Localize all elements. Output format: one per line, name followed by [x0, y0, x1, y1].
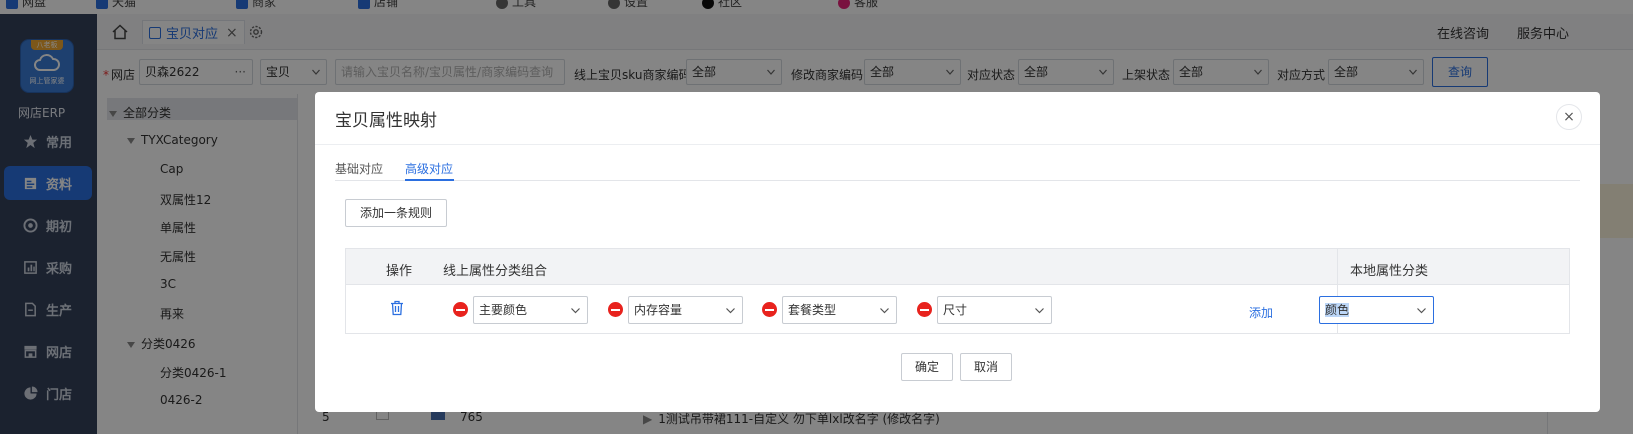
- online-attribute-select[interactable]: 套餐类型: [782, 296, 897, 324]
- remove-attribute-icon[interactable]: [762, 302, 777, 317]
- chevron-down-icon: [1035, 308, 1044, 314]
- close-icon[interactable]: ×: [1556, 104, 1582, 130]
- rule-table: 操作 线上属性分类组合 本地属性分类 主要颜色 内存容量 套餐类型 尺寸 添加 …: [345, 248, 1570, 334]
- remove-attribute-icon[interactable]: [608, 302, 623, 317]
- tab-divider: [335, 180, 1580, 181]
- attribute-mapping-dialog: 宝贝属性映射 × 基础对应 高级对应 添加一条规则 操作 线上属性分类组合 本地…: [315, 92, 1600, 412]
- chevron-down-icon: [571, 308, 580, 314]
- local-attribute-select[interactable]: 颜色: [1319, 296, 1434, 324]
- chevron-down-icon: [726, 308, 735, 314]
- chevron-down-icon: [1417, 308, 1426, 314]
- add-attribute-link[interactable]: 添加: [1249, 304, 1273, 321]
- online-attribute-select[interactable]: 尺寸: [937, 296, 1052, 324]
- cancel-button[interactable]: 取消: [960, 353, 1012, 381]
- dialog-title: 宝贝属性映射: [335, 111, 437, 131]
- online-attribute-select[interactable]: 主要颜色: [473, 296, 588, 324]
- tab-advanced-mapping[interactable]: 高级对应: [405, 160, 453, 177]
- column-header-online: 线上属性分类组合: [443, 264, 548, 279]
- tab-basic-mapping[interactable]: 基础对应: [335, 160, 383, 177]
- add-rule-button[interactable]: 添加一条规则: [345, 199, 447, 227]
- active-tab-indicator: [405, 179, 454, 181]
- remove-attribute-icon[interactable]: [917, 302, 932, 317]
- online-attribute-select[interactable]: 内存容量: [628, 296, 743, 324]
- remove-attribute-icon[interactable]: [453, 302, 468, 317]
- trash-icon[interactable]: [390, 300, 404, 316]
- confirm-button[interactable]: 确定: [901, 353, 953, 381]
- chevron-down-icon: [880, 308, 889, 314]
- divider: [315, 144, 1600, 145]
- rule-table-header: 操作 线上属性分类组合 本地属性分类: [346, 249, 1569, 285]
- column-header-action: 操作: [386, 264, 413, 279]
- column-header-local: 本地属性分类: [1350, 264, 1429, 279]
